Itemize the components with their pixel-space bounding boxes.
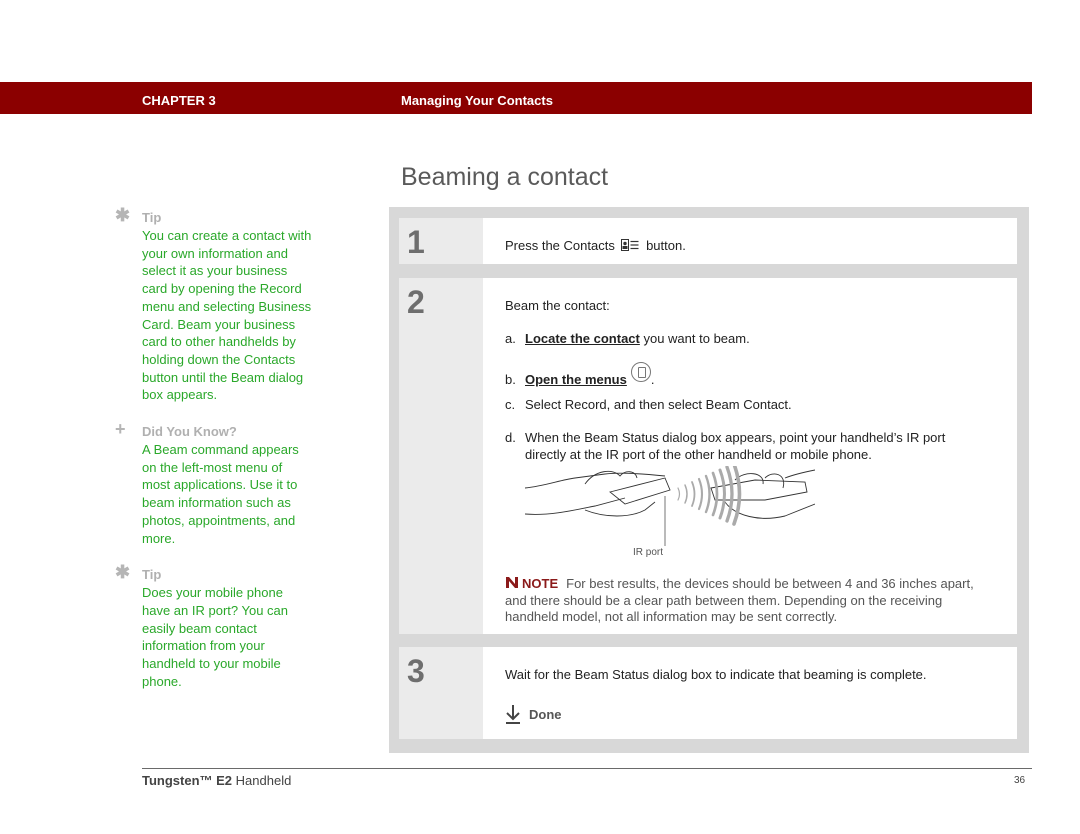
sidebar-tip-1: ✱ Tip You can create a contact with your…: [115, 205, 315, 404]
chapter-label: CHAPTER 3: [142, 93, 216, 108]
tip-heading: Tip: [142, 567, 162, 583]
footer-product: Tungsten™ E2 Handheld: [142, 773, 292, 788]
step-2: 2 Beam the contact: a. Locate the contact…: [399, 278, 1017, 634]
page-number: 36: [1014, 775, 1026, 786]
steps-panel: 1 Press the Contacts button. 2 Beam the …: [389, 207, 1029, 753]
done-indicator: Done: [505, 704, 562, 724]
substep-c: c. Select Record, and then select Beam Co…: [505, 397, 792, 412]
note: NOTE For best results, the devices should…: [505, 576, 995, 626]
footer-divider: [142, 768, 1032, 769]
step-intro: Beam the contact:: [505, 298, 610, 313]
step-text: Press the Contacts: [505, 238, 615, 253]
tip-body: You can create a contact with your own i…: [142, 228, 312, 403]
tip-body: Does your mobile phone have an IR port? …: [142, 585, 289, 689]
beaming-illustration: [525, 466, 815, 546]
page-title: Beaming a contact: [401, 163, 609, 191]
plus-icon: +: [115, 419, 126, 440]
sidebar-tip-2: ✱ Tip Does your mobile phone have an IR …: [115, 562, 315, 690]
tip-heading: Tip: [142, 210, 162, 225]
step-text: Wait for the Beam Status dialog box to i…: [505, 667, 927, 682]
step-number: 3: [407, 653, 425, 689]
sidebar: ✱ Tip You can create a contact with your…: [115, 205, 315, 708]
down-arrow-icon: [505, 704, 521, 724]
contacts-button-icon: [621, 239, 639, 251]
step-1: 1 Press the Contacts button.: [399, 218, 1017, 264]
chapter-header-bar: CHAPTER 3 Managing Your Contacts: [0, 82, 1032, 114]
substep-d: d. When the Beam Status dialog box appear…: [505, 430, 946, 462]
substep-a: a. Locate the contact you want to beam.: [505, 331, 750, 346]
asterisk-icon: ✱: [115, 205, 131, 225]
chapter-title: Managing Your Contacts: [401, 93, 553, 108]
sidebar-did-you-know: + Did You Know? A Beam command appears o…: [115, 419, 315, 547]
step-number: 2: [407, 284, 425, 320]
note-label: NOTE: [522, 576, 559, 591]
note-icon: [505, 576, 519, 589]
note-text: For best results, the devices should be …: [505, 576, 974, 624]
locate-contact-link[interactable]: Locate the contact: [525, 331, 640, 346]
open-menus-link[interactable]: Open the menus: [525, 372, 627, 387]
step-text: button.: [646, 238, 686, 253]
step-3: 3 Wait for the Beam Status dialog box to…: [399, 647, 1017, 739]
step-number: 1: [407, 224, 425, 260]
substep-b: b. Open the menus.: [505, 362, 654, 387]
did-you-know-heading: Did You Know?: [142, 424, 237, 440]
asterisk-icon: ✱: [115, 562, 131, 583]
done-label: Done: [529, 707, 562, 722]
did-you-know-body: A Beam command appears on the left-most …: [142, 442, 299, 546]
ir-port-label: IR port: [633, 547, 664, 558]
menu-icon: [630, 362, 651, 382]
